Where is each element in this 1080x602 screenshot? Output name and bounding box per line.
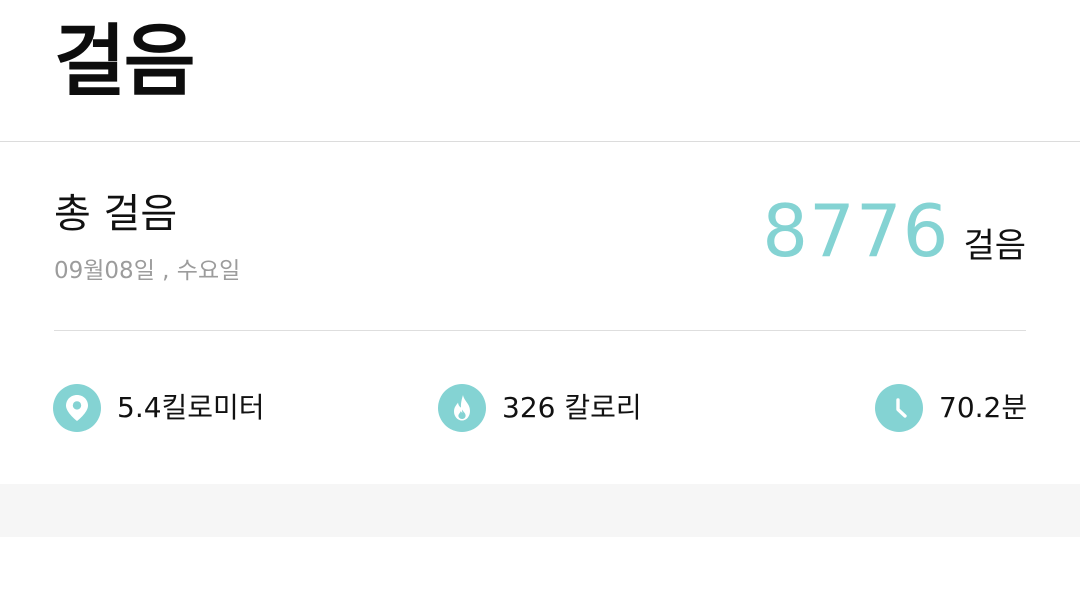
bottom-band: [0, 484, 1080, 537]
metric-time: 70.2분: [875, 384, 1027, 432]
page-title: 걸음: [54, 17, 196, 107]
distance-value: 5.4킬로미터: [117, 391, 265, 424]
metric-distance: 5.4킬로미터: [53, 384, 265, 432]
total-steps-label: 총 걸음: [54, 191, 178, 237]
calories-value: 326 칼로리: [502, 391, 642, 424]
flame-icon: [438, 384, 486, 432]
steps-count: 8776: [762, 189, 950, 273]
time-value: 70.2분: [939, 391, 1028, 424]
location-pin-icon: [53, 384, 101, 432]
clock-icon: [875, 384, 923, 432]
steps-count-block: 8776 걸음: [762, 192, 1026, 270]
summary-date: 09월08일 , 수요일: [54, 258, 241, 284]
steps-unit: 걸음: [963, 226, 1026, 266]
metric-calories: 326 칼로리: [438, 384, 642, 432]
divider: [54, 330, 1026, 331]
header: 걸음: [0, 0, 1080, 142]
